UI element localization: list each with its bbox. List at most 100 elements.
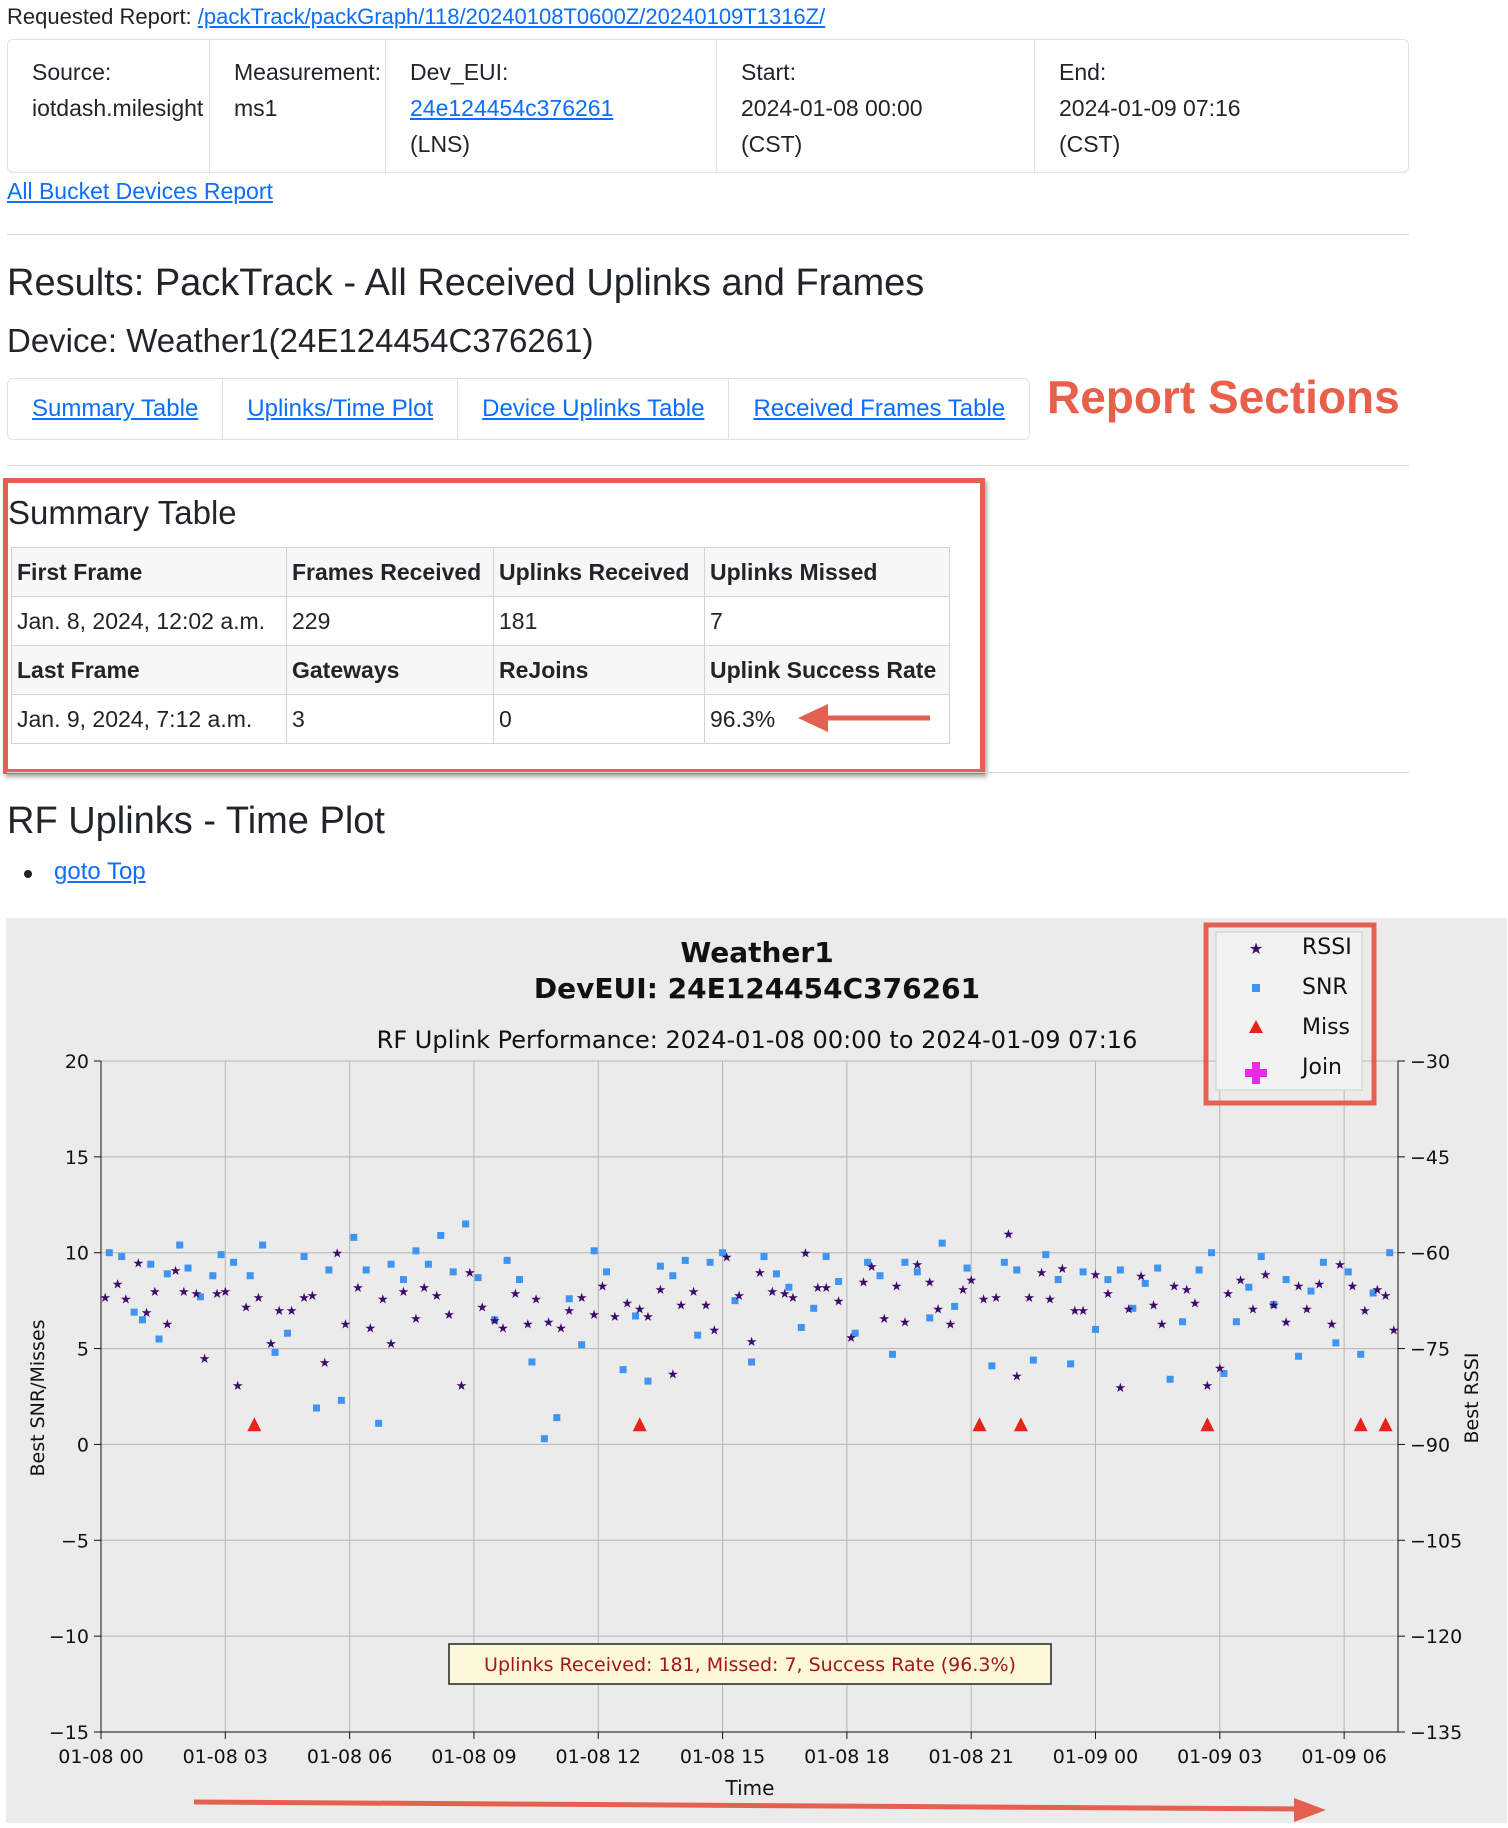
rssi-point: ★ <box>240 1300 252 1315</box>
requested-report-link[interactable]: /packTrack/packGraph/118/20240108T0600Z/… <box>198 4 825 29</box>
y-axis-left-label: Best SNR/Misses <box>27 1319 49 1476</box>
gateways-value: 3 <box>286 694 494 744</box>
tab-summary-table[interactable]: Summary Table <box>8 379 224 439</box>
snr-point <box>888 1350 896 1358</box>
start-cell: Start: 2024-01-08 00:00 (CST) <box>717 40 1035 172</box>
y-right-tick-label: −30 <box>1410 1051 1450 1073</box>
tab-device-uplinks-table[interactable]: Device Uplinks Table <box>458 379 730 439</box>
snr-point <box>1232 1318 1240 1326</box>
report-info-table: Source: iotdash.milesight Measurement: m… <box>7 39 1409 173</box>
measurement-label: Measurement: <box>234 59 382 85</box>
y-left-tick-label: 20 <box>65 1051 89 1073</box>
rssi-point: ★ <box>464 1266 476 1281</box>
rssi-point: ★ <box>219 1285 231 1300</box>
rssi-point: ★ <box>576 1291 588 1306</box>
rssi-point: ★ <box>273 1304 285 1319</box>
end-label: End: <box>1059 59 1107 85</box>
snr-point <box>656 1262 664 1270</box>
x-axis-label: Time <box>725 1776 775 1800</box>
rf-uplinks-plot: 01-08 00 01-08 03 01-08 06 01-08 09 01-08 12… <box>6 918 1507 1823</box>
rssi-point: ★ <box>170 1264 182 1279</box>
y-right-tick-label: −90 <box>1410 1434 1450 1456</box>
rssi-point: ★ <box>721 1251 733 1266</box>
rssi-point: ★ <box>924 1275 936 1290</box>
all-bucket-devices-link[interactable]: All Bucket Devices Report <box>7 178 273 205</box>
y-left-tick-label: 10 <box>65 1243 89 1265</box>
snr-point <box>130 1308 138 1316</box>
header-cell: Uplinks Received <box>493 547 705 597</box>
snr-point <box>603 1268 611 1276</box>
rssi-point: ★ <box>476 1300 488 1315</box>
snr-point <box>772 1270 780 1278</box>
legend-snr-marker <box>1252 984 1260 992</box>
header-cell: Last Frame <box>11 645 287 695</box>
first-frame-value: Jan. 8, 2024, 12:02 a.m. <box>11 596 287 646</box>
requested-report-label: Requested Report: <box>7 4 192 29</box>
snr-point <box>259 1241 267 1249</box>
snr-point <box>1166 1375 1174 1383</box>
rssi-point: ★ <box>588 1308 600 1323</box>
rssi-point: ★ <box>365 1321 377 1336</box>
snr-point <box>1079 1268 1087 1276</box>
requested-report-line: Requested Report: /packTrack/packGraph/1… <box>7 4 825 30</box>
header-cell: Uplinks Missed <box>704 547 950 597</box>
rssi-point: ★ <box>543 1316 555 1331</box>
rssi-point: ★ <box>891 1279 903 1294</box>
rssi-point: ★ <box>990 1291 1002 1306</box>
x-tick-label: 01-08 18 <box>804 1746 889 1768</box>
snr-point <box>822 1253 830 1261</box>
snr-point <box>1013 1266 1021 1274</box>
rssi-point: ★ <box>319 1356 331 1371</box>
snr-point <box>1386 1249 1394 1257</box>
x-tick-label: 01-08 09 <box>431 1746 516 1768</box>
snr-point <box>1067 1360 1075 1368</box>
rssi-point: ★ <box>675 1298 687 1313</box>
rssi-point: ★ <box>1057 1262 1069 1277</box>
rssi-point: ★ <box>265 1337 277 1352</box>
legend-miss-label: Miss <box>1302 1015 1350 1040</box>
tab-uplinks-time-plot[interactable]: Uplinks/Time Plot <box>223 379 459 439</box>
rssi-point: ★ <box>99 1291 111 1306</box>
rssi-point: ★ <box>1102 1287 1114 1302</box>
rssi-point: ★ <box>978 1293 990 1308</box>
rssi-point: ★ <box>766 1285 778 1300</box>
snr-point <box>694 1331 702 1339</box>
rssi-point: ★ <box>700 1298 712 1313</box>
rssi-point: ★ <box>858 1275 870 1290</box>
deveui-note: (LNS) <box>410 131 471 157</box>
rssi-point: ★ <box>1268 1298 1280 1313</box>
snr-point <box>619 1366 627 1374</box>
deveui-link[interactable]: 24e124454c376261 <box>410 95 613 121</box>
legend-rssi-label: RSSI <box>1302 935 1352 960</box>
goto-top-link[interactable]: goto Top <box>54 858 146 886</box>
end-cell: End: 2024-01-09 07:16 (CST) <box>1035 40 1408 172</box>
snr-point <box>1295 1352 1303 1360</box>
snr-point <box>1282 1276 1290 1284</box>
rssi-point: ★ <box>443 1308 455 1323</box>
rssi-point: ★ <box>945 1318 957 1333</box>
y-left-tick-label: 5 <box>77 1339 89 1361</box>
snr-point <box>578 1341 586 1349</box>
snr-point <box>748 1358 756 1366</box>
snr-point <box>901 1258 909 1266</box>
rssi-point: ★ <box>555 1321 567 1336</box>
snr-point <box>1208 1249 1216 1257</box>
rssi-point: ★ <box>1334 1258 1346 1273</box>
snr-point <box>1179 1318 1187 1326</box>
start-label: Start: <box>741 59 796 85</box>
snr-point <box>810 1304 818 1312</box>
snr-point <box>337 1396 345 1404</box>
tab-received-frames-table[interactable]: Received Frames Table <box>729 379 1029 439</box>
snr-point <box>553 1414 561 1422</box>
snr-point <box>503 1256 511 1264</box>
table-row: First Frame Frames Received Uplinks Rece… <box>11 547 950 597</box>
snr-point <box>1154 1264 1162 1272</box>
snr-point <box>449 1268 457 1276</box>
rssi-point: ★ <box>1156 1318 1168 1333</box>
rssi-point: ★ <box>866 1260 878 1275</box>
y-right-tick-label: −135 <box>1410 1722 1462 1744</box>
divider <box>7 465 1409 466</box>
table-row: Jan. 8, 2024, 12:02 a.m. 229 181 7 <box>11 596 950 646</box>
snr-point <box>437 1231 445 1239</box>
deveui-cell: Dev_EUI: 24e124454c376261 (LNS) <box>386 40 717 172</box>
